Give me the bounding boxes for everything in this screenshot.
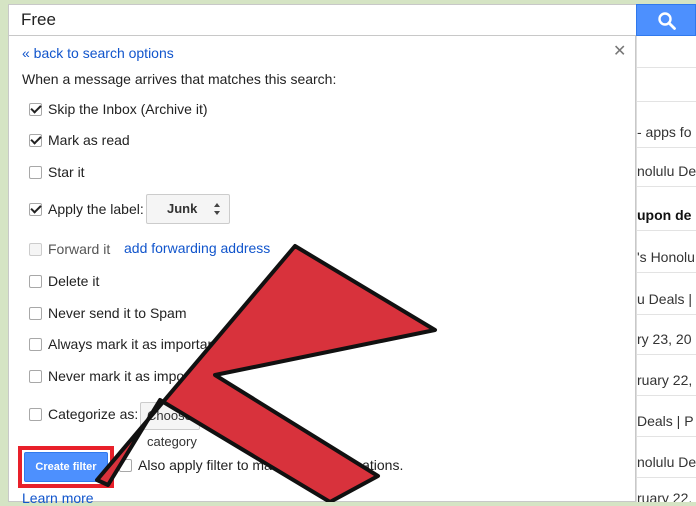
option-skip-inbox[interactable]: Skip the Inbox (Archive it) [29,99,208,119]
close-icon[interactable]: ✕ [613,41,626,61]
option-always-important[interactable]: Always mark it as important [29,334,219,354]
option-mark-read[interactable]: Mark as read [29,130,130,150]
checkbox-icon[interactable] [119,458,132,472]
option-never-spam[interactable]: Never send it to Spam [29,303,187,323]
list-item[interactable]: 's Honolu [637,241,696,273]
option-apply-label[interactable]: Apply the label: [29,199,144,219]
list-item[interactable]: nolulu De [637,155,696,187]
filter-panel: « back to search options ✕ When a messag… [8,36,636,506]
checkbox-icon[interactable] [29,242,42,256]
checkbox-icon[interactable] [29,306,42,320]
option-label: Always mark it as important [48,336,220,352]
option-star[interactable]: Star it [29,162,85,182]
option-label: Apply the label: [48,201,144,217]
option-categorize[interactable]: Categorize as: [29,404,138,424]
search-icon [658,12,676,30]
list-item[interactable]: Deals | P [637,405,696,437]
list-item[interactable]: ruary 22, [637,364,696,396]
checkbox-icon[interactable] [29,407,42,421]
list-item[interactable] [637,70,696,102]
checkbox-icon[interactable] [29,369,42,383]
search-button[interactable] [636,4,696,36]
option-label: Categorize as: [48,406,139,422]
checkbox-icon[interactable] [29,165,42,179]
back-to-search-options-link[interactable]: « back to search options [22,45,174,61]
search-input[interactable]: Free [8,4,636,36]
label-select-value: Junk [167,201,198,216]
option-never-important[interactable]: Never mark it as important [29,366,212,386]
option-forward[interactable]: Forward it [29,239,110,259]
option-label: Also apply filter to matching conversati… [138,457,404,473]
option-label: Delete it [48,273,100,289]
list-item[interactable]: ruary 22, [637,482,696,502]
learn-more-link[interactable]: Learn more [22,490,94,506]
filter-intro-text: When a message arrives that matches this… [22,71,337,87]
list-item[interactable]: - apps fo [637,116,696,148]
create-filter-button[interactable]: Create filter [24,452,108,482]
add-forwarding-address-link[interactable]: add forwarding address [124,240,270,256]
option-label: Never send it to Spam [48,305,187,321]
checkbox-icon[interactable] [29,274,42,288]
option-label: Skip the Inbox (Archive it) [48,101,208,117]
select-arrows-icon [214,203,220,215]
option-label: Mark as read [48,132,130,148]
checkbox-icon[interactable] [29,337,42,351]
list-item[interactable]: nolulu De [637,446,696,478]
list-item[interactable]: ry 23, 20 [637,323,696,355]
label-select[interactable]: Junk [146,194,230,224]
option-label: Star it [48,164,85,180]
option-label: Never mark it as important [48,368,213,384]
email-list-background: - apps fo nolulu De upon de 's Honolu u … [636,36,696,502]
category-select[interactable]: Choose category [140,402,200,449]
option-also-apply[interactable]: Also apply filter to matching conversati… [119,455,403,475]
list-item[interactable]: upon de [637,199,696,231]
checkbox-icon[interactable] [29,202,42,216]
checkbox-icon[interactable] [29,102,42,116]
category-select-value: Choose category [147,408,197,449]
option-label: Forward it [48,241,111,257]
option-delete[interactable]: Delete it [29,271,99,291]
list-item[interactable] [637,36,696,68]
list-item[interactable]: u Deals | [637,283,696,315]
checkbox-icon[interactable] [29,133,42,147]
